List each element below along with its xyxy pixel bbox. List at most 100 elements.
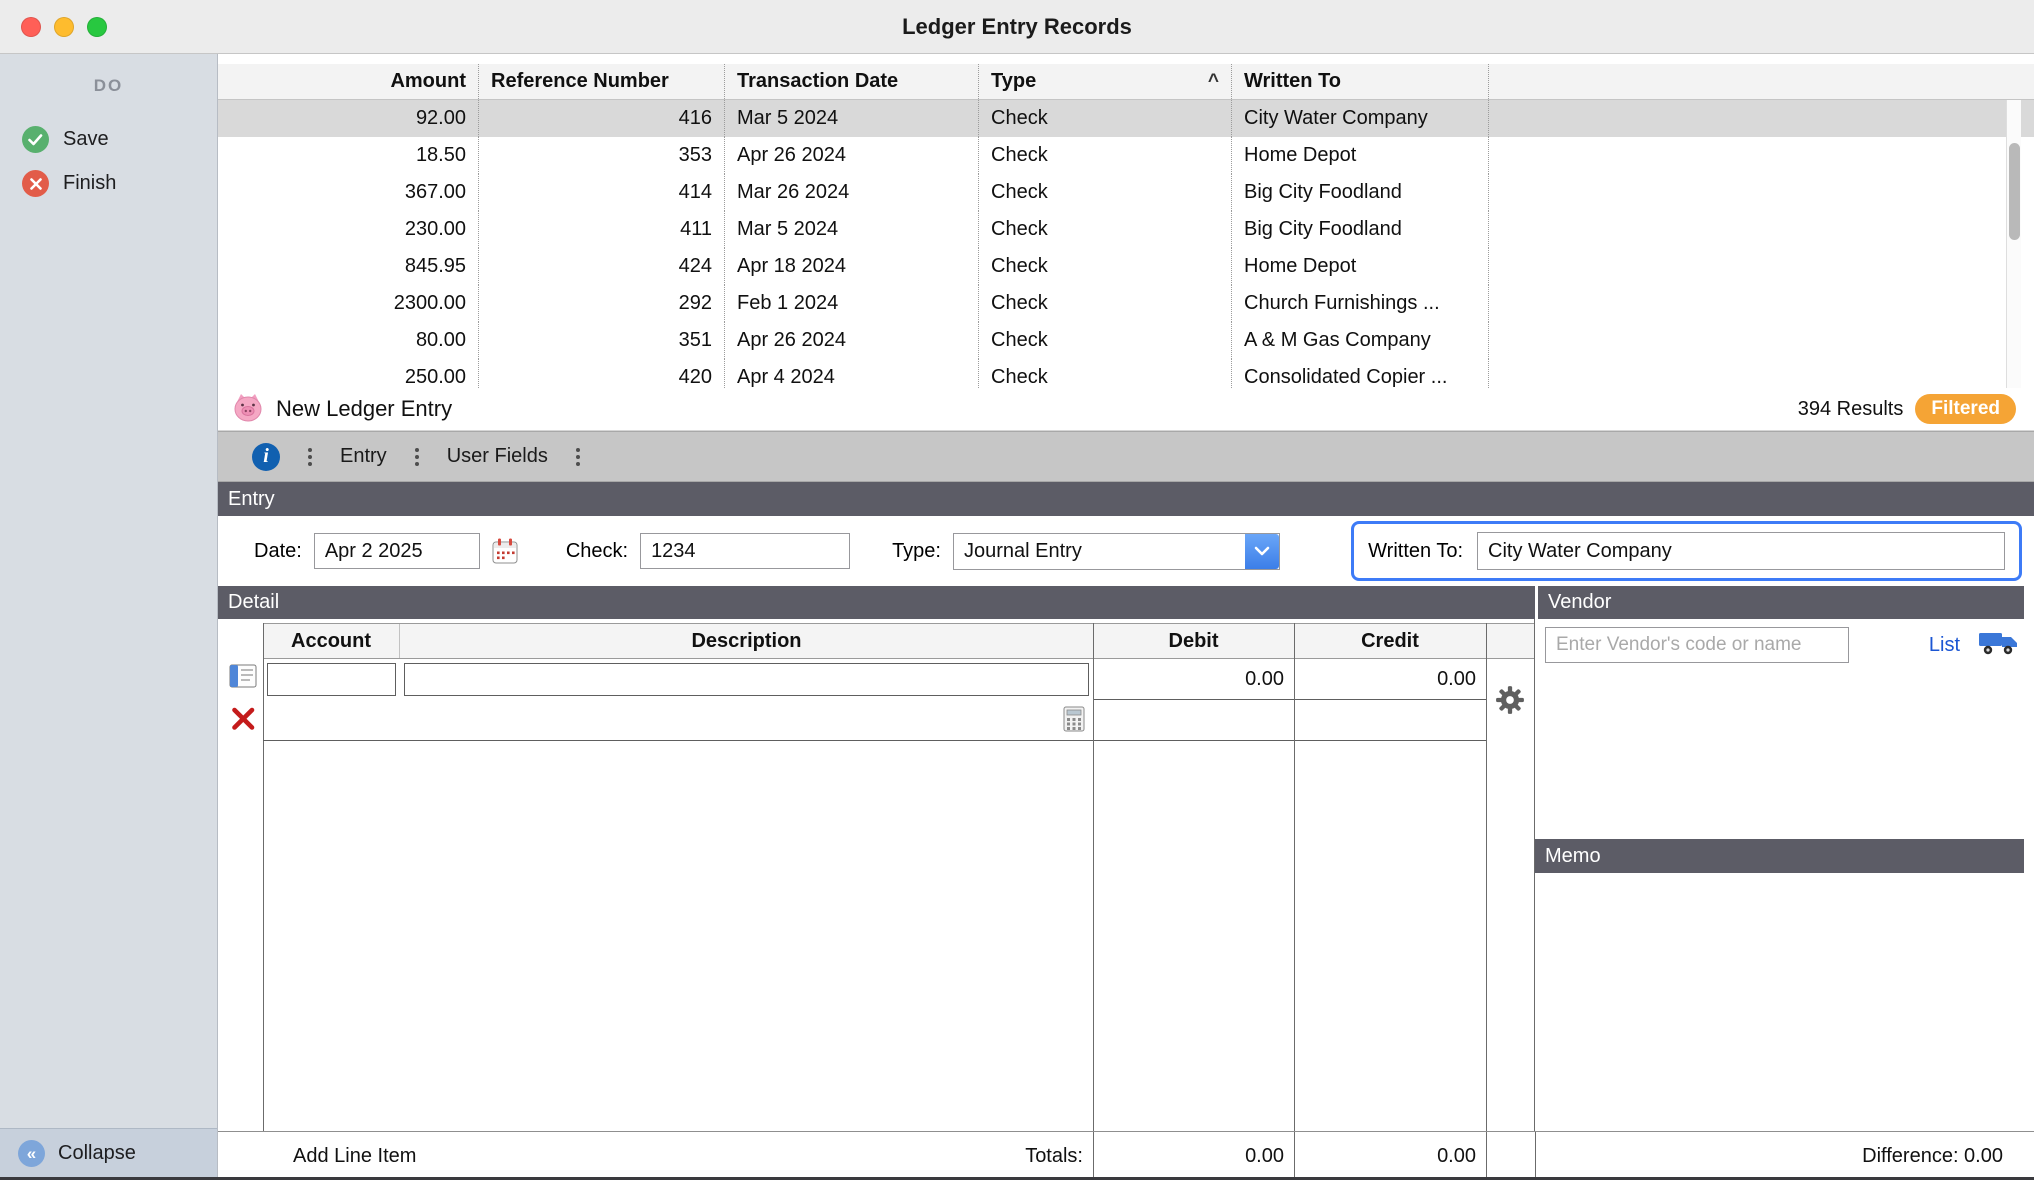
double-chevron-left-icon: « xyxy=(18,1140,45,1167)
entry-section-header: Entry xyxy=(218,482,2034,516)
sidebar-header: DO xyxy=(0,54,217,96)
new-line-field[interactable] xyxy=(263,700,1093,741)
vertical-scrollbar[interactable] xyxy=(2006,100,2021,388)
table-row[interactable]: 18.50 353 Apr 26 2024 Check Home Depot xyxy=(218,137,2034,174)
scrollbar-thumb[interactable] xyxy=(2009,143,2020,240)
table-row[interactable]: 845.95 424 Apr 18 2024 Check Home Depot xyxy=(218,248,2034,285)
table-row[interactable]: 230.00 411 Mar 5 2024 Check Big City Foo… xyxy=(218,211,2034,248)
table-row[interactable]: 92.00 416 Mar 5 2024 Check City Water Co… xyxy=(218,100,2034,137)
calendar-picker-button[interactable] xyxy=(488,534,522,568)
credit-value[interactable]: 0.00 xyxy=(1294,659,1486,700)
debit-empty-cell[interactable] xyxy=(1093,700,1294,741)
collapse-label: Collapse xyxy=(58,1142,136,1165)
column-header-credit: Credit xyxy=(1294,624,1486,658)
finish-label: Finish xyxy=(63,172,116,195)
records-table-body: 92.00 416 Mar 5 2024 Check City Water Co… xyxy=(218,100,2034,388)
menu-dots-icon[interactable] xyxy=(308,448,312,466)
tab-user-fields[interactable]: User Fields xyxy=(447,445,548,468)
totals-bar: Add Line Item Totals: 0.00 0.00 Differen… xyxy=(218,1131,2034,1177)
cell-amount: 80.00 xyxy=(218,322,479,359)
written-to-field[interactable] xyxy=(1477,532,2005,570)
delete-row-icon[interactable] xyxy=(231,706,256,736)
collapse-button[interactable]: « Collapse xyxy=(0,1128,217,1177)
cell-date: Mar 5 2024 xyxy=(725,100,979,137)
cell-reference: 292 xyxy=(479,285,725,322)
divider xyxy=(1294,1132,1295,1177)
vendor-list-link[interactable]: List xyxy=(1929,634,1960,657)
divider xyxy=(1535,1132,1536,1177)
check-number-field[interactable] xyxy=(640,533,850,569)
description-field[interactable] xyxy=(404,663,1089,696)
cell-written-to: Church Furnishings ... xyxy=(1232,285,1489,322)
vendor-search-input[interactable] xyxy=(1545,627,1849,663)
debit-value[interactable]: 0.00 xyxy=(1093,659,1294,700)
divider xyxy=(1093,623,1094,1131)
truck-icon[interactable] xyxy=(1978,630,2018,661)
date-label: Date: xyxy=(254,540,302,563)
results-count: 394 Results xyxy=(1798,398,1904,421)
credit-empty-cell[interactable] xyxy=(1294,700,1486,741)
save-label: Save xyxy=(63,128,109,151)
table-row[interactable]: 367.00 414 Mar 26 2024 Check Big City Fo… xyxy=(218,174,2034,211)
cell-amount: 92.00 xyxy=(218,100,479,137)
column-header-account: Account xyxy=(263,624,400,658)
cell-reference: 414 xyxy=(479,174,725,211)
table-row[interactable]: 2300.00 292 Feb 1 2024 Check Church Furn… xyxy=(218,285,2034,322)
add-line-item-button[interactable]: Add Line Item xyxy=(293,1132,416,1177)
records-table-header: Amount Reference Number Transaction Date… xyxy=(218,64,2034,100)
chevron-down-icon[interactable] xyxy=(1245,534,1279,569)
totals-label: Totals: xyxy=(858,1132,1083,1177)
cell-written-to: Consolidated Copier ... xyxy=(1232,359,1489,388)
type-dropdown[interactable]: Journal Entry xyxy=(953,533,1280,570)
sort-ascending-icon: ^ xyxy=(1208,71,1219,93)
pig-face-icon xyxy=(232,392,264,427)
account-field[interactable] xyxy=(267,663,396,696)
check-circle-icon xyxy=(22,126,49,153)
cell-amount: 2300.00 xyxy=(218,285,479,322)
memo-section-header: Memo xyxy=(1535,839,2024,873)
app-window: Ledger Entry Records DO Save Finish xyxy=(0,0,2034,1180)
cell-type: Check xyxy=(979,100,1232,137)
journal-book-icon[interactable] xyxy=(228,663,258,694)
window-title: Ledger Entry Records xyxy=(0,14,2034,40)
main-area: Amount Reference Number Transaction Date… xyxy=(218,54,2034,1177)
cell-amount: 230.00 xyxy=(218,211,479,248)
save-button[interactable]: Save xyxy=(22,126,217,153)
cell-type: Check xyxy=(979,137,1232,174)
column-header-description: Description xyxy=(400,624,1093,658)
detail-section-header: Detail xyxy=(218,586,1535,619)
column-header-options xyxy=(1486,624,1534,658)
divider xyxy=(1294,623,1295,1131)
table-row[interactable]: 250.00 420 Apr 4 2024 Check Consolidated… xyxy=(218,359,2034,388)
calculator-icon[interactable] xyxy=(1063,706,1085,737)
check-label: Check: xyxy=(566,540,628,563)
row-options-button[interactable] xyxy=(1495,685,1525,720)
info-icon[interactable]: i xyxy=(252,443,280,471)
cell-written-to: Home Depot xyxy=(1232,248,1489,285)
column-header-written-to[interactable]: Written To xyxy=(1232,64,1489,99)
totals-credit: 0.00 xyxy=(1299,1132,1476,1177)
cell-type: Check xyxy=(979,248,1232,285)
calendar-icon xyxy=(490,536,520,566)
finish-button[interactable]: Finish xyxy=(22,170,217,197)
column-header-type[interactable]: Type ^ xyxy=(979,64,1232,99)
date-field[interactable] xyxy=(314,533,480,569)
tab-entry[interactable]: Entry xyxy=(340,445,387,468)
menu-dots-icon[interactable] xyxy=(576,448,580,466)
column-header-date[interactable]: Transaction Date xyxy=(725,64,979,99)
menu-dots-icon[interactable] xyxy=(415,448,419,466)
filtered-badge[interactable]: Filtered xyxy=(1915,394,2016,424)
divider xyxy=(1486,623,1487,1131)
cell-type: Check xyxy=(979,285,1232,322)
table-row[interactable]: 80.00 351 Apr 26 2024 Check A & M Gas Co… xyxy=(218,322,2034,359)
column-header-amount[interactable]: Amount xyxy=(218,64,479,99)
status-bar: New Ledger Entry 394 Results Filtered xyxy=(218,388,2034,431)
cell-type: Check xyxy=(979,211,1232,248)
detail-line-items: Account Description Debit Credit 0.00 0.… xyxy=(218,619,1535,1131)
type-label: Type: xyxy=(892,540,941,563)
type-dropdown-value: Journal Entry xyxy=(954,534,1245,569)
column-header-reference[interactable]: Reference Number xyxy=(479,64,725,99)
cell-written-to: Home Depot xyxy=(1232,137,1489,174)
cell-reference: 416 xyxy=(479,100,725,137)
cell-type: Check xyxy=(979,322,1232,359)
